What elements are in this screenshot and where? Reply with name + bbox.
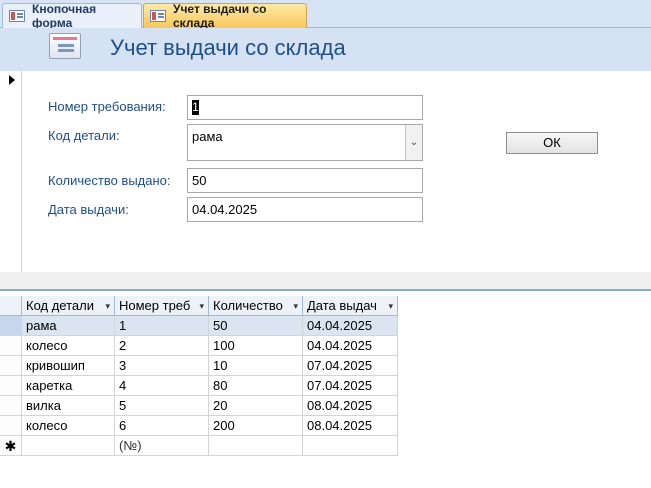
row-selector[interactable] [0,316,22,336]
table-row[interactable]: колесо 6 200 08.04.2025 [0,416,398,436]
requisition-number-field[interactable]: 1 [187,95,423,120]
row-selector[interactable] [0,376,22,396]
table-row[interactable]: кривошип 3 10 07.04.2025 [0,356,398,376]
issue-date-field[interactable]: 04.04.2025 [187,197,423,222]
column-header-label: Код детали [26,298,94,313]
cell-req-number[interactable]: 1 [115,316,209,336]
cell-issue-date[interactable]: 08.04.2025 [303,416,398,436]
column-header-label: Номер треб [119,298,191,313]
sort-filter-dropdown-icon[interactable]: ▾ [388,296,393,315]
cell-quantity[interactable] [209,436,303,456]
cell-issue-date[interactable] [303,436,398,456]
form-icon [9,10,25,22]
form-icon [150,10,166,22]
sort-filter-dropdown-icon[interactable]: ▾ [105,296,110,315]
row-selector[interactable] [0,416,22,436]
cell-issue-date[interactable]: 04.04.2025 [303,316,398,336]
tab-label: Кнопочная форма [32,2,97,30]
row-selector[interactable] [0,336,22,356]
column-header-label: Количество [213,298,283,313]
select-all-corner[interactable] [0,296,22,316]
cell-part-code[interactable]: вилка [22,396,115,416]
column-header-req-number[interactable]: Номер треб ▾ [115,296,209,316]
cell-issue-date[interactable]: 07.04.2025 [303,376,398,396]
row-selector[interactable] [0,356,22,376]
requisition-number-label: Номер требования: [48,99,166,114]
sort-filter-dropdown-icon[interactable]: ▾ [199,296,204,315]
record-selector[interactable] [0,71,22,272]
cell-part-code[interactable]: рама [22,316,115,336]
form-detail: Номер требования: 1 Код детали: рама ⌄ К… [22,71,651,272]
sort-filter-dropdown-icon[interactable]: ▾ [293,296,298,315]
requisition-number-value: 1 [192,100,199,115]
current-record-arrow-icon [9,75,15,85]
cell-issue-date[interactable]: 07.04.2025 [303,356,398,376]
tab-switchboard[interactable]: Кнопочная форма [2,2,142,30]
part-code-label: Код детали: [48,128,120,143]
tab-warehouse-issue[interactable]: Учет выдачи со склада [143,2,307,30]
document-tab-strip: Кнопочная форма Учет выдачи со склада [0,0,651,30]
table-row[interactable]: рама 1 50 04.04.2025 [0,316,398,336]
form-icon [49,33,81,59]
column-header-quantity[interactable]: Количество ▾ [209,296,303,316]
table-row[interactable]: вилка 5 20 08.04.2025 [0,396,398,416]
quantity-issued-label: Количество выдано: [48,173,171,188]
cell-issue-date[interactable]: 08.04.2025 [303,396,398,416]
ok-button[interactable]: ОК [506,132,598,154]
cell-req-number[interactable]: 2 [115,336,209,356]
column-header-part-code[interactable]: Код детали ▾ [22,296,115,316]
new-record-row[interactable]: ✱ (№) [0,436,398,456]
row-selector[interactable] [0,396,22,416]
cell-part-code[interactable]: кривошип [22,356,115,376]
column-header-label: Дата выдач [307,298,377,313]
part-code-value: рама [192,129,223,144]
cell-req-number[interactable]: 3 [115,356,209,376]
table-row[interactable]: колесо 2 100 04.04.2025 [0,336,398,356]
cell-part-code[interactable]: каретка [22,376,115,396]
datasheet-header-row: Код детали ▾ Номер треб ▾ Количество ▾ Дата… [0,296,398,316]
cell-part-code[interactable] [22,436,115,456]
datasheet: Код детали ▾ Номер треб ▾ Количество ▾ Дата… [0,296,651,488]
cell-req-number[interactable]: 5 [115,396,209,416]
cell-quantity[interactable]: 100 [209,336,303,356]
quantity-issued-field[interactable]: 50 [187,168,423,193]
cell-quantity[interactable]: 200 [209,416,303,436]
cell-req-number-placeholder[interactable]: (№) [115,436,209,456]
cell-quantity[interactable]: 50 [209,316,303,336]
cell-part-code[interactable]: колесо [22,336,115,356]
cell-part-code[interactable]: колесо [22,416,115,436]
issue-date-value: 04.04.2025 [192,202,258,217]
form-header: Учет выдачи со склада [0,28,651,71]
new-record-icon: ✱ [0,436,22,456]
form-title: Учет выдачи со склада [110,35,346,60]
column-header-issue-date[interactable]: Дата выдач ▾ [303,296,398,316]
cell-issue-date[interactable]: 04.04.2025 [303,336,398,356]
issue-date-label: Дата выдачи: [48,202,129,217]
cell-quantity[interactable]: 20 [209,396,303,416]
cell-req-number[interactable]: 6 [115,416,209,436]
cell-quantity[interactable]: 10 [209,356,303,376]
section-divider [0,272,651,289]
cell-quantity[interactable]: 80 [209,376,303,396]
chevron-down-icon[interactable]: ⌄ [405,125,422,160]
quantity-issued-value: 50 [192,173,207,188]
cell-req-number[interactable]: 4 [115,376,209,396]
part-code-combo[interactable]: рама ⌄ [187,124,423,161]
splitter-bar[interactable] [0,289,651,291]
tab-label: Учет выдачи со склада [173,2,267,30]
table-row[interactable]: каретка 4 80 07.04.2025 [0,376,398,396]
